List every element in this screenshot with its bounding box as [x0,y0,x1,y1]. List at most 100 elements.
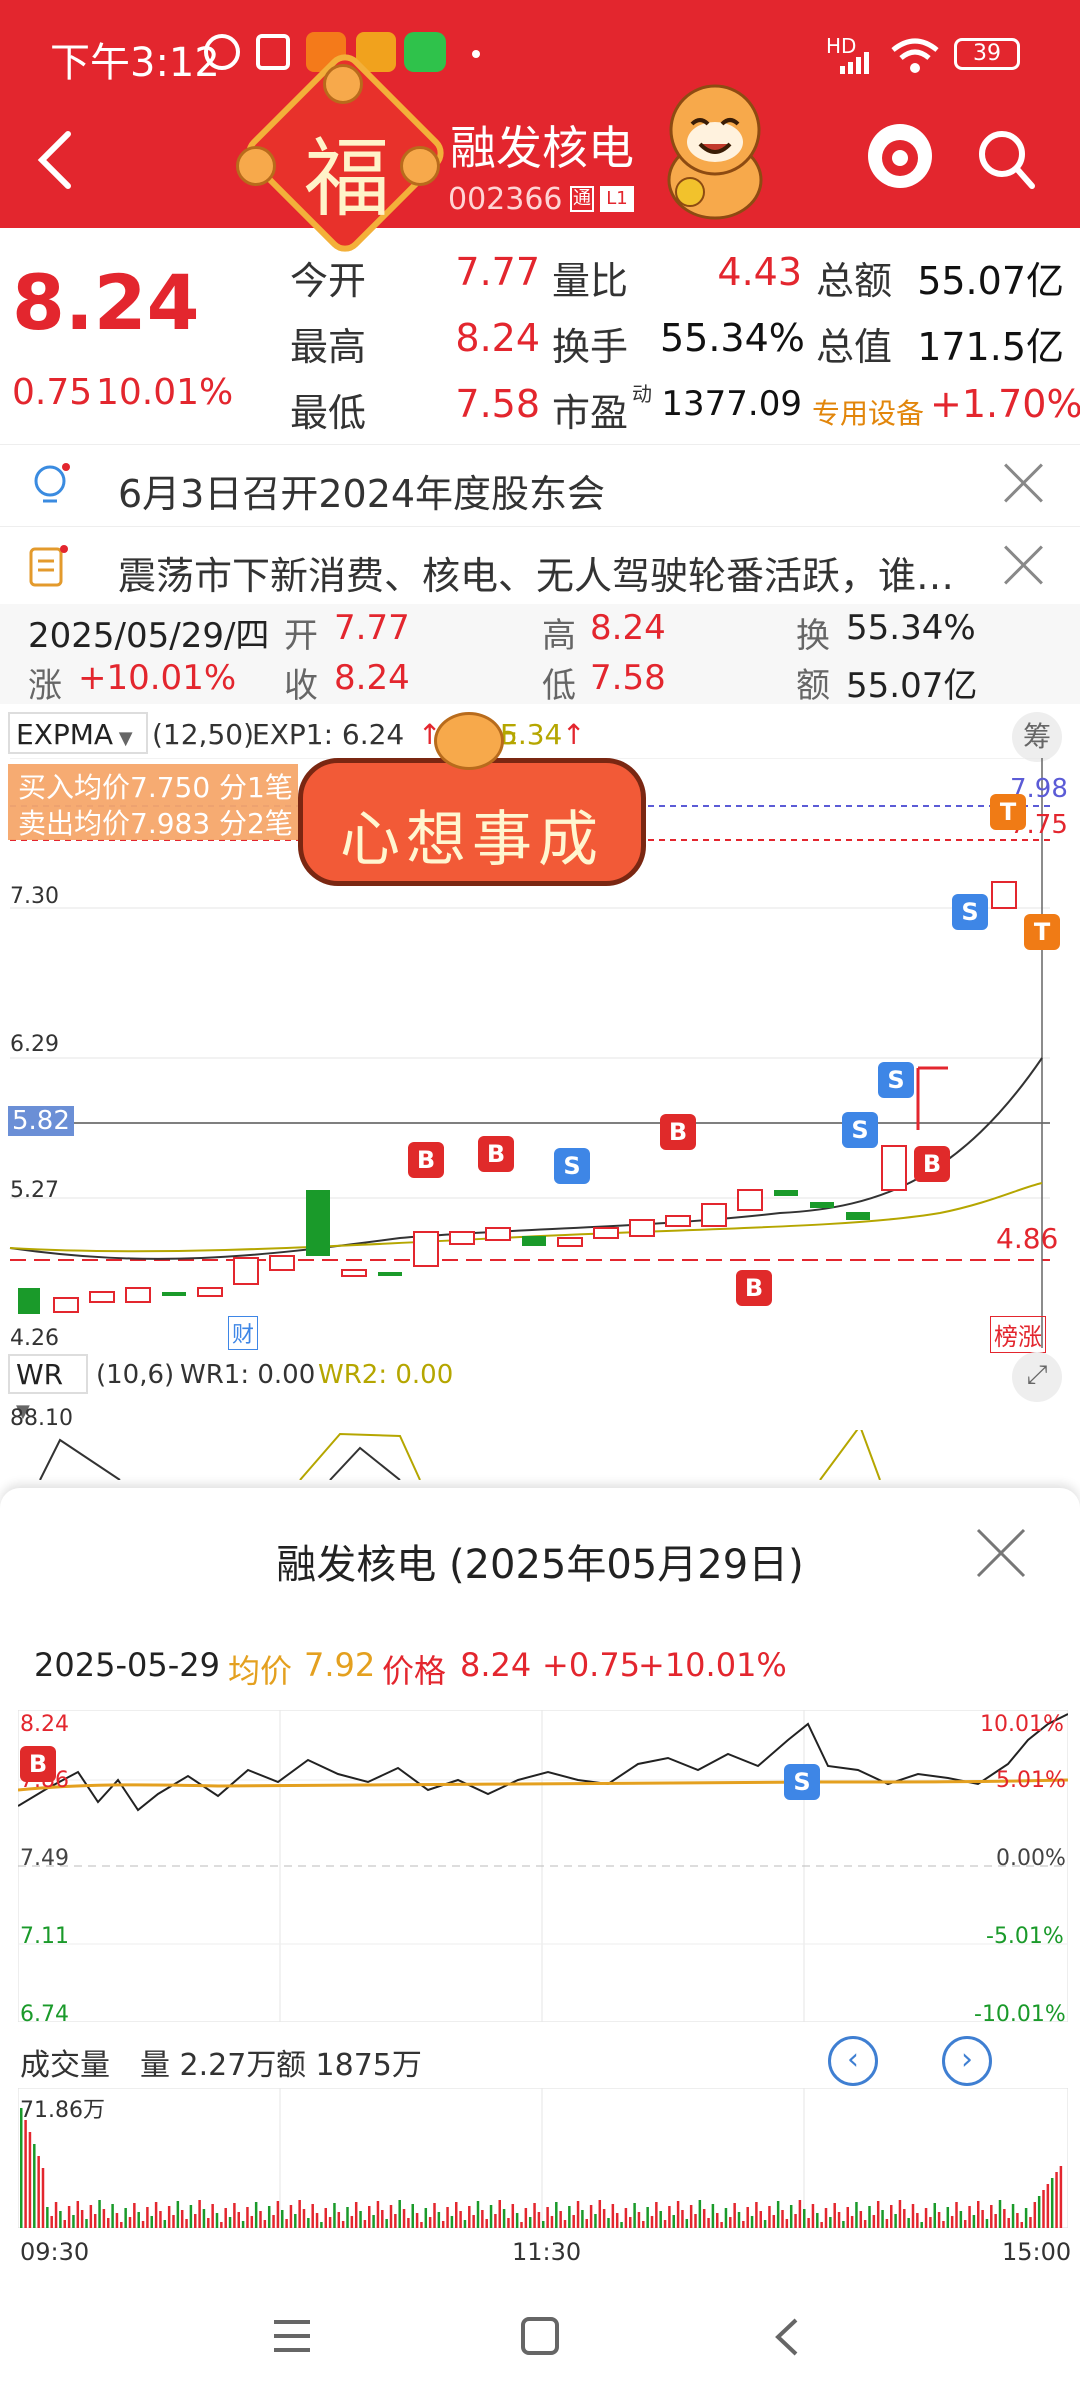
volume-bar [568,2206,571,2228]
volume-bar [611,2204,615,2228]
volume-bar [407,2218,410,2228]
volume-bar [163,2220,167,2228]
day-chg: +10.01% [78,658,237,698]
volume-bar [885,2219,889,2228]
buy-marker[interactable]: B [408,1142,444,1178]
close-icon[interactable] [1002,543,1046,587]
avg-label: 均价 [228,1652,293,1690]
close-icon[interactable] [1002,461,1046,505]
volume-bar [642,2221,645,2228]
sell-marker[interactable]: S [952,894,988,930]
volume-bar [233,2203,236,2228]
sell-marker[interactable]: S [554,1148,590,1184]
volume-bar [846,2207,849,2228]
volume-bar [668,2206,671,2228]
intraday-chart [17,1709,1069,2023]
volume-bar [455,2202,458,2228]
expand-icon[interactable]: ⤢ [1012,1352,1062,1402]
day-date: 2025/05/29/四 [28,616,270,656]
right-axis-top: 10.01% [980,1712,1064,1737]
volume-bar [185,2219,188,2228]
sell-marker[interactable]: S [784,1764,820,1800]
axis-label: 5.27 [10,1178,59,1203]
chip-distribution-button[interactable]: 筹 [1012,712,1062,762]
volume-bar [302,2209,306,2228]
volume-bar [589,2205,593,2228]
volume-bar [515,2213,519,2228]
signal-icon [840,52,876,74]
volume-bar [120,2222,123,2228]
sell-marker[interactable]: S [878,1062,914,1098]
volume-bar [685,2219,689,2228]
mktcap-value: 171.5亿 [917,325,1064,369]
banner-text: 心想事成 [340,805,604,875]
buy-marker[interactable]: B [660,1114,696,1150]
next-day-button[interactable]: › [942,2036,992,2086]
buy-marker[interactable]: B [736,1270,772,1306]
volume-bar [772,2215,776,2228]
volume-bar [520,2222,523,2228]
buy-marker[interactable]: B [914,1146,950,1182]
sell-marker[interactable]: S [842,1112,878,1148]
volume-bar [468,2206,471,2228]
close-sheet-button[interactable] [974,1526,1028,1580]
pe-value: 1377.09 [661,384,802,424]
volume-bar [433,2203,436,2228]
volume-bar [1037,2196,1041,2228]
left-axis: 6.74 [20,2002,69,2027]
volume-bar [789,2205,793,2228]
volume-bar [194,2214,197,2228]
intraday-sheet: 融发核电 (2025年05月29日) 2025-05-29 均价 7.92 价格… [0,1488,1080,2400]
sector-name[interactable]: 专用设备 [812,392,932,432]
volume-bar [946,2207,950,2228]
home-icon[interactable] [520,2316,560,2356]
wr-params: (10,6) [96,1360,175,1390]
stock-name: 融发核电 [450,121,634,175]
volume-bar [311,2204,314,2228]
menu-icon[interactable] [272,2318,312,2354]
wr-top-value: 88.10 [10,1406,73,1431]
volume-bar [28,2132,32,2228]
tiger-sticker-icon [323,64,363,104]
news-item[interactable]: 6月3日召开2024年度股东会 [0,444,1080,526]
volume-bar [289,2205,293,2228]
volume-bar [50,2216,53,2228]
previous-day-button[interactable]: ‹ [828,2036,878,2086]
left-axis: 7.49 [20,1846,69,1871]
news-item[interactable]: 震荡市下新消费、核电、无人驾驶轮番活跃，谁… [0,526,1080,608]
indicator-select[interactable]: EXPMA ▼ [8,712,148,754]
ranking-marker[interactable]: 榜涨 [990,1316,1046,1353]
t-trade-marker[interactable]: T [990,794,1026,830]
volume-bar [337,2212,341,2228]
buy-marker[interactable]: B [478,1136,514,1172]
t-trade-marker[interactable]: T [1024,914,1060,950]
avg-value: 7.92 [304,1646,376,1684]
volume-bar [803,2209,806,2228]
buy-marker[interactable]: B [20,1746,56,1782]
volume-bar [837,2212,841,2228]
nav-back-icon[interactable] [772,2316,802,2358]
day-high-label: 高 [542,616,576,656]
volume-bar [620,2222,623,2228]
axis-label: 6.29 [10,1032,59,1057]
back-button[interactable] [36,130,76,190]
wr-select[interactable]: WR ▼ [8,1354,88,1422]
volume-bar [146,2207,149,2228]
volume-bar [250,2216,254,2228]
assistant-icon[interactable] [868,124,932,188]
volume-bar [37,2156,40,2228]
app-notification-icon [256,34,290,70]
volume-bar [959,2211,963,2228]
volume-bar [881,2210,884,2228]
volume-bar [824,2208,828,2228]
volume-bar [141,2221,145,2228]
finance-marker[interactable]: 财 [228,1316,259,1350]
volume-bar [294,2214,297,2228]
search-icon[interactable] [976,128,1036,190]
volume-bar [929,2217,932,2228]
volume-bar [672,2215,675,2228]
buy-average: 买入均价7.750 分1笔 [18,771,293,804]
volume-bar [67,2206,71,2228]
volume-bar [702,2209,706,2228]
time-mid: 11:30 [512,2238,582,2266]
